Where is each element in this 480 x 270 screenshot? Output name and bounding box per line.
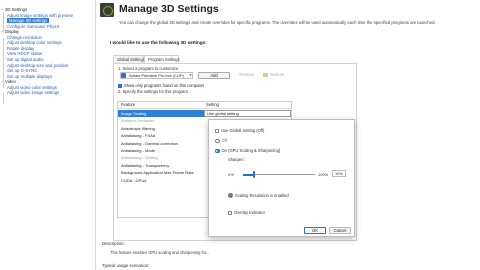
feature-name: Background Application Max Frame Rate — [121, 170, 194, 176]
overlay-checkbox[interactable] — [228, 210, 232, 215]
page-header: Manage 3D Settings You can change the gl… — [96, 0, 480, 36]
description-label: Description: — [102, 241, 125, 246]
show-only-row[interactable]: Show only programs found on this compute… — [118, 83, 204, 88]
cancel-button[interactable]: Cancel — [329, 227, 351, 234]
slider-max-label: 100% — [318, 172, 329, 177]
nvidia-control-panel: −3D Settings Adjust image settings with p… — [0, 0, 480, 270]
show-only-label: Show only programs found on this compute… — [124, 83, 205, 88]
slider-min-label: 0% — [228, 172, 234, 177]
tree-item-label: Adjust image settings with preview — [7, 12, 73, 18]
tree-item-label: View HDCP status — [7, 51, 43, 57]
scaling-status-text: Scaling Resolution is enabled — [235, 193, 289, 198]
option-use-global[interactable]: Use Global Setting (Off) — [215, 128, 264, 133]
program-select[interactable]: Adobe Premiere Pro.exe (CLIP) — [120, 72, 193, 79]
use-global-checkbox[interactable] — [215, 128, 219, 133]
tree-item-label: Change resolution — [7, 34, 42, 40]
usage-label: Typical usage scenarios: — [102, 263, 150, 268]
tree-item-label: Rotate display — [7, 45, 35, 51]
sharpen-label: Sharpen: — [228, 157, 245, 162]
restore-button[interactable]: Restore — [263, 72, 293, 79]
feature-name: Antialiasing - Gamma correction — [121, 140, 178, 146]
nvidia-3d-icon — [100, 3, 114, 17]
feature-table-header: Feature Setting — [118, 102, 291, 109]
tab-global-settings[interactable]: Global Settings — [113, 55, 145, 63]
column-setting: Setting — [206, 102, 219, 107]
tree-item-label: Set up digital audio — [7, 56, 44, 62]
column-feature: Feature — [121, 102, 136, 107]
sharpen-value-input[interactable]: 15% — [332, 170, 346, 177]
feature-name: CUDA - GPUs — [121, 177, 147, 183]
tree-item[interactable]: Adjust video image settings — [7, 90, 59, 96]
description-text: This feature enables GPU scaling and sha… — [110, 250, 210, 255]
tree-item-label: Set up multiple displays — [7, 73, 53, 79]
show-only-checkbox[interactable] — [118, 83, 122, 88]
tree-item-label: 3D Settings — [5, 7, 28, 12]
off-label: Off — [221, 138, 227, 143]
feature-name: Antialiasing - Setting — [121, 155, 158, 161]
option-off[interactable]: Off — [215, 138, 227, 144]
restore-label: Restore — [270, 72, 285, 77]
tree-item-label: Adjust desktop size and position — [7, 62, 69, 68]
option-overlay-indicator[interactable]: Overlay Indicator — [228, 210, 265, 215]
feature-name: Antialiasing - Transparency — [121, 162, 170, 168]
page-title: Manage 3D Settings — [119, 3, 219, 15]
page-description: You can change the global 3D settings an… — [119, 20, 436, 25]
tree-item-label: Set up G-SYNC — [7, 68, 38, 74]
tree-item-label: Adjust desktop color settings — [7, 40, 62, 46]
ok-button[interactable]: OK — [304, 227, 326, 234]
restore-icon — [263, 72, 268, 77]
overlay-label: Overlay Indicator — [234, 210, 265, 215]
tree-item-label: Adjust video color settings — [7, 84, 57, 90]
on-label: On (GPU Scaling & Sharpening) — [221, 148, 281, 153]
on-radio[interactable] — [215, 148, 220, 154]
feature-row[interactable]: Image Scaling Use global setting — [118, 110, 291, 118]
use-global-label: Use Global Setting (Off) — [221, 128, 265, 133]
sharpen-slider-thumb[interactable] — [252, 171, 255, 178]
tree-item-label: Manage 3D settings — [7, 18, 50, 24]
info-icon — [228, 193, 233, 199]
step-specify-settings: 2. Specify the settings for this program… — [118, 89, 189, 94]
tree-item-label: Configure Surround, PhysX — [7, 23, 60, 29]
tree-item-label: Video — [5, 79, 16, 85]
feature-name: Image Scaling — [121, 111, 147, 116]
remove-button[interactable]: Remove — [236, 72, 258, 79]
tree-item-label: Display — [5, 29, 20, 35]
feature-name: Antialiasing - FXAA — [121, 133, 156, 139]
feature-setting: Use global setting — [207, 111, 239, 116]
chevron-down-icon[interactable]: ▾ — [188, 72, 193, 79]
settings-intro: I would like to use the following 3D set… — [110, 40, 207, 45]
program-icon — [121, 73, 126, 78]
tree-item-label: Adjust video image settings — [7, 90, 60, 96]
step-select-program: 1. Select a program to customize: — [118, 66, 179, 71]
image-scaling-popup: Use Global Setting (Off) Off On (GPU Sca… — [208, 119, 355, 237]
off-radio[interactable] — [215, 138, 220, 144]
task-tree: −3D Settings Adjust image settings with p… — [0, 0, 96, 270]
feature-name: Antialiasing - Mode — [121, 148, 156, 153]
scaling-status: Scaling Resolution is enabled — [228, 193, 289, 199]
feature-name: Anisotropic filtering — [121, 125, 155, 131]
tree-connector — [3, 93, 4, 104]
feature-name: Ambient Occlusion — [121, 118, 155, 124]
option-on[interactable]: On (GPU Scaling & Sharpening) — [215, 148, 281, 154]
add-button[interactable]: Add — [198, 72, 230, 79]
